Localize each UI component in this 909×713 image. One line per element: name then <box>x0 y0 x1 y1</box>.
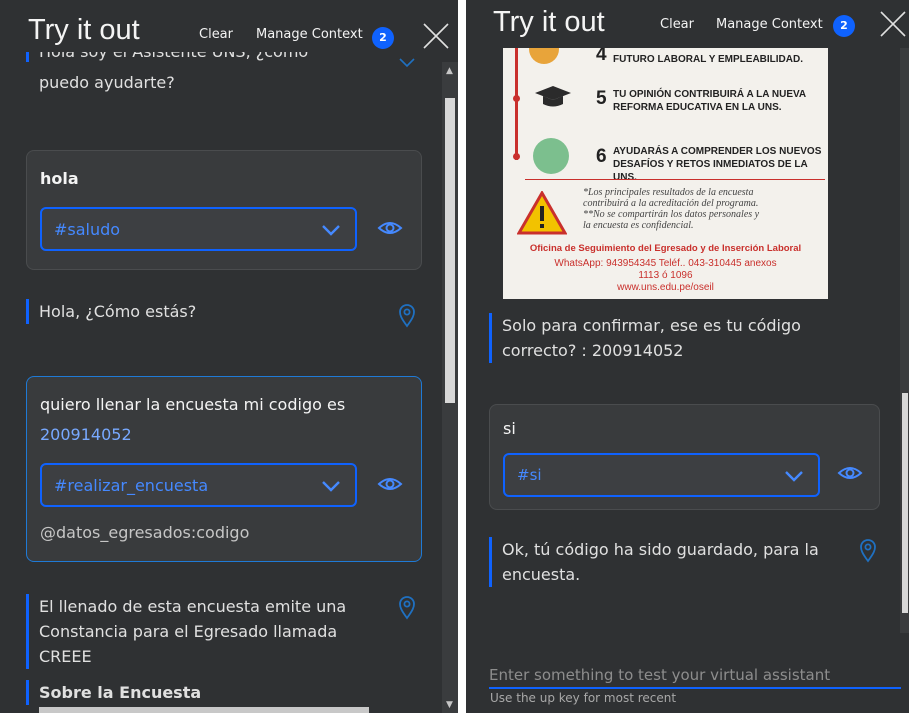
scrollbar[interactable] <box>900 48 909 633</box>
bot-message: Hola, ¿Cómo estás? <box>26 299 379 324</box>
user-message-card-selected[interactable]: quiero llenar la encuesta mi codigo es 2… <box>26 376 422 562</box>
item-5-number: 5 <box>596 88 607 109</box>
item-4-number: 4 <box>596 48 607 65</box>
right-try-it-out-panel: Try it out Clear Manage Context 2 4 FUTU… <box>466 0 909 713</box>
timeline-dot <box>513 95 520 102</box>
user-message-text: quiero llenar la encuesta mi codigo es <box>40 395 346 414</box>
bot-line: encuesta. <box>502 565 581 584</box>
eye-icon[interactable] <box>377 218 403 238</box>
image-preview-cut <box>39 707 369 713</box>
manage-context-button[interactable]: Manage Context <box>716 17 823 32</box>
item-4-icon <box>529 48 559 64</box>
greeting-line2: puedo ayudarte? <box>39 73 175 92</box>
clear-button[interactable]: Clear <box>199 27 233 42</box>
greeting-line1: Hola soy el Asistente UNS, ¿cómo <box>39 52 379 62</box>
eye-icon[interactable] <box>837 463 863 483</box>
scrollbar[interactable]: ▲ ▼ <box>442 62 458 713</box>
bot-message: Solo para confirmar, ese es tu código co… <box>489 313 842 363</box>
intent-dropdown[interactable]: #realizar_encuesta <box>40 463 357 507</box>
survey-poster-image: 4 FUTURO LABORAL Y EMPLEABILIDAD. 5 TU O… <box>503 48 828 299</box>
left-try-it-out-panel: Try it out Clear Manage Context 2 ▲ ▼ Ho… <box>0 0 458 713</box>
intent-label: #realizar_encuesta <box>54 476 209 495</box>
location-pin-icon[interactable] <box>398 596 416 620</box>
message-input[interactable] <box>489 666 901 684</box>
entity-label[interactable]: @datos_egresados:codigo <box>40 523 249 542</box>
context-count-badge: 2 <box>372 27 394 49</box>
panel-title: Try it out <box>493 6 605 38</box>
bot-message: El llenado de esta encuesta emite una Co… <box>26 594 384 669</box>
panel-title: Try it out <box>28 14 140 46</box>
location-pin-icon[interactable] <box>398 304 416 328</box>
bot-message: Ok, tú código ha sido guardado, para la … <box>489 537 847 587</box>
intent-label: #si <box>517 466 542 484</box>
context-count-badge: 2 <box>833 15 855 37</box>
user-message-text: hola <box>40 169 79 188</box>
chevron-down-icon <box>785 471 803 482</box>
item-6-icon <box>533 138 569 174</box>
location-pin-icon[interactable] <box>859 539 877 563</box>
item-6-line2: DESAFÍOS Y RETOS INMEDIATOS DE LA UNS. <box>613 159 808 183</box>
user-message-code: 200914052 <box>40 425 132 444</box>
office-name: Oficina de Seguimiento del Egresado y de… <box>529 243 802 254</box>
note-line: **No se compartirán los datos personales… <box>583 209 760 220</box>
timeline-dot <box>513 153 520 160</box>
manage-context-button[interactable]: Manage Context <box>256 27 363 42</box>
message-input-field[interactable] <box>489 665 901 689</box>
bot-line: Constancia para el Egresado llamada <box>39 622 338 641</box>
warning-icon <box>517 191 567 235</box>
close-icon[interactable] <box>422 22 450 50</box>
poster-note: *Los principales resultados de la encues… <box>583 187 759 231</box>
intent-dropdown[interactable]: #si <box>503 453 820 497</box>
timeline-line <box>515 48 518 160</box>
bot-line: CREEE <box>39 647 92 666</box>
bot-line: correcto? : 200914052 <box>502 341 684 360</box>
bot-line: Solo para confirmar, ese es tu código <box>502 316 801 335</box>
chevron-down-icon[interactable] <box>398 56 416 70</box>
office-contact: WhatsApp: 943954345 Teléf.. 043-310445 a… <box>554 258 777 269</box>
item-6-number: 6 <box>596 146 607 167</box>
user-message-card: hola #saludo <box>26 150 422 270</box>
scrollbar-thumb[interactable] <box>445 98 455 403</box>
note-line: la encuesta es confidencial. <box>583 220 694 231</box>
scroll-up-arrow[interactable]: ▲ <box>446 66 453 76</box>
item-5-text: TU OPINIÓN CONTRIBUIRÁ A LA NUEVA REFORM… <box>613 88 806 114</box>
note-line: contribuirá a la acreditación del progra… <box>583 198 759 209</box>
item-6-line1: AYUDARÁS A COMPRENDER LOS NUEVOS <box>613 146 822 157</box>
user-message-card: si #si <box>489 404 880 510</box>
note-line: *Los principales resultados de la encues… <box>583 187 754 198</box>
chevron-down-icon <box>322 481 340 492</box>
graduation-cap-icon <box>535 86 571 107</box>
close-icon[interactable] <box>879 10 907 38</box>
intent-dropdown[interactable]: #saludo <box>40 207 357 251</box>
clear-button[interactable]: Clear <box>660 17 694 32</box>
scrollbar-thumb[interactable] <box>902 393 908 613</box>
item-5-line2: REFORMA EDUCATIVA EN LA UNS. <box>613 102 782 113</box>
bot-line: El llenado de esta encuesta emite una <box>39 597 347 616</box>
office-extensions: 1113 ó 1096 <box>638 270 693 281</box>
input-hint: Use the up key for most recent <box>490 691 677 705</box>
panel-header: Try it out Clear Manage Context 2 <box>0 0 458 60</box>
intent-label: #saludo <box>54 220 121 239</box>
divider <box>525 179 825 180</box>
item-5-line1: TU OPINIÓN CONTRIBUIRÁ A LA NUEVA <box>613 89 807 100</box>
eye-icon[interactable] <box>377 474 403 494</box>
office-website: www.uns.edu.pe/oseil <box>617 282 714 293</box>
chevron-down-icon <box>322 225 340 236</box>
bot-message-heading: Sobre la Encuesta <box>26 680 379 705</box>
bot-line: Ok, tú código ha sido guardado, para la <box>502 540 819 559</box>
bot-message-cut: Hola soy el Asistente UNS, ¿cómo <box>26 52 379 62</box>
scroll-down-arrow[interactable]: ▼ <box>446 700 453 710</box>
item-4-text: FUTURO LABORAL Y EMPLEABILIDAD. <box>613 54 804 65</box>
user-message-text: si <box>503 419 516 438</box>
